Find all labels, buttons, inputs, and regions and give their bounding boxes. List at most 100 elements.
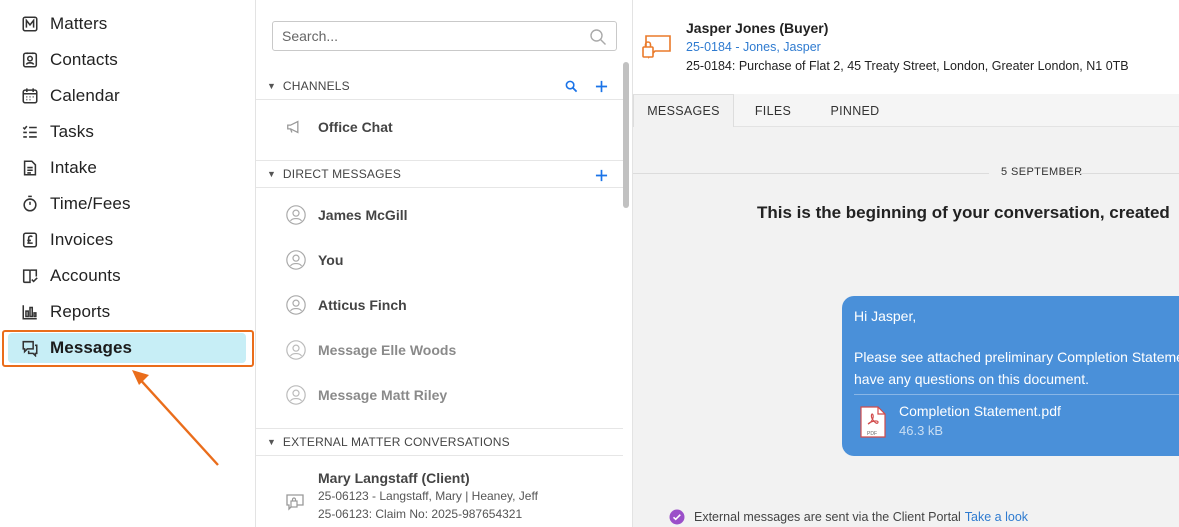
channel-label: Office Chat (318, 119, 393, 135)
external-chat-icon (642, 35, 671, 59)
user-avatar-icon (284, 293, 308, 317)
pdf-file-icon: PDF (860, 406, 886, 438)
nav-label: Tasks (50, 122, 94, 141)
nav-item-reports[interactable]: Reports (8, 297, 246, 327)
user-avatar-icon (284, 203, 308, 227)
calendar-icon (20, 86, 40, 106)
nav-item-calendar[interactable]: Calendar (8, 81, 246, 111)
dm-label: Atticus Finch (318, 297, 407, 313)
nav-item-tasks[interactable]: Tasks (8, 117, 246, 147)
caret-down-icon: ▼ (267, 169, 276, 179)
dm-item-matt-riley[interactable]: Message Matt Riley (284, 375, 614, 415)
svg-text:PDF: PDF (867, 431, 877, 437)
dm-item-elle-woods[interactable]: Message Elle Woods (284, 330, 614, 370)
date-separator: 5 SEPTEMBER (633, 165, 1179, 181)
pound-invoice-icon (20, 230, 40, 250)
nav-label: Calendar (50, 86, 120, 105)
search-input[interactable] (282, 28, 572, 44)
plus-icon (595, 80, 607, 92)
tab-pinned[interactable]: PINNED (822, 94, 888, 127)
message-bubble[interactable]: Hi Jasper, Please see attached prelimina… (842, 296, 1179, 456)
plus-icon (595, 169, 607, 181)
attachment-name: Completion Statement.pdf (899, 403, 1061, 419)
external-conversations-section-header[interactable]: ▼ EXTERNAL MATTER CONVERSATIONS (256, 428, 623, 456)
dm-item-atticus-finch[interactable]: Atticus Finch (284, 285, 614, 325)
attachment[interactable]: PDF Completion Statement.pdf 46.3 kB (854, 402, 1179, 440)
divider (854, 394, 1179, 395)
conversation-description: 25-06123: Claim No: 2025-987654321 (318, 507, 523, 521)
external-conversation-item[interactable]: Mary Langstaff (Client) 25-06123 - Langs… (284, 468, 614, 526)
direct-messages-section-header[interactable]: ▼ DIRECT MESSAGES (256, 160, 623, 188)
caret-down-icon: ▼ (267, 437, 276, 447)
matter-description: 25-0184: Purchase of Flat 2, 45 Treaty S… (686, 59, 1129, 73)
add-channel-button[interactable] (593, 76, 609, 96)
nav-label: Time/Fees (50, 194, 131, 213)
channels-panel: ▼ CHANNELS Office Chat ▼ DIRECT MESSAGES (256, 0, 633, 527)
nav-item-intake[interactable]: Intake (8, 153, 246, 183)
message-feed: 5 SEPTEMBER This is the beginning of you… (633, 127, 1179, 527)
nav-item-time-fees[interactable]: Time/Fees (8, 189, 246, 219)
intake-icon (20, 158, 40, 178)
nav-label: Accounts (50, 266, 121, 285)
user-avatar-icon (284, 248, 308, 272)
search-icon (565, 80, 577, 92)
contacts-icon (20, 50, 40, 70)
conversation-matter: 25-06123 - Langstaff, Mary | Heaney, Jef… (318, 489, 538, 503)
user-avatar-icon (284, 383, 308, 407)
channels-section-header[interactable]: ▼ CHANNELS (256, 72, 623, 100)
conversation-tabs: MESSAGES FILES PINNED (633, 94, 1179, 127)
take-a-look-link[interactable]: Take a look (965, 510, 1028, 524)
section-actions (593, 165, 609, 185)
scrollbar[interactable] (623, 62, 629, 208)
divider (633, 173, 989, 174)
nav-item-accounts[interactable]: Accounts (8, 261, 246, 291)
dm-item-you[interactable]: You (284, 240, 614, 280)
tab-messages[interactable]: MESSAGES (633, 94, 734, 127)
message-greeting: Hi Jasper, (854, 308, 917, 324)
caret-down-icon: ▼ (267, 80, 276, 91)
portal-chat-icon (669, 509, 685, 525)
search-channels-button[interactable] (563, 76, 579, 96)
nav-item-contacts[interactable]: Contacts (8, 45, 246, 75)
tab-files[interactable]: FILES (744, 94, 802, 127)
accounts-icon (20, 266, 40, 286)
dm-label: James McGill (318, 207, 408, 223)
dm-label: Message Elle Woods (318, 342, 457, 358)
nav-label: Reports (50, 302, 111, 321)
dm-label: You (318, 252, 344, 268)
tasks-icon (20, 122, 40, 142)
message-line: Please see attached preliminary Completi… (854, 349, 1179, 365)
dm-label: Message Matt Riley (318, 387, 448, 403)
nav-label: Invoices (50, 230, 114, 249)
nav-item-messages[interactable]: Messages (8, 333, 246, 363)
nav-item-matters[interactable]: Matters (8, 9, 246, 39)
matters-icon (20, 14, 40, 34)
nav-item-invoices[interactable]: Invoices (8, 225, 246, 255)
section-title: DIRECT MESSAGES (282, 167, 402, 181)
section-title: CHANNELS (282, 78, 350, 93)
external-note: External messages are sent via the Clien… (669, 509, 1028, 525)
date-label: 5 SEPTEMBER (1001, 166, 1083, 178)
messages-icon (20, 338, 40, 358)
nav-label: Messages (50, 338, 133, 357)
matter-link[interactable]: 25-0184 - Jones, Jasper (686, 40, 821, 54)
nav-label: Intake (50, 158, 97, 177)
external-note-text: External messages are sent via the Clien… (694, 510, 961, 524)
nav-label: Contacts (50, 50, 118, 69)
conversation-title: Jasper Jones (Buyer) (686, 20, 829, 36)
nav-label: Matters (50, 14, 108, 33)
search-icon[interactable] (589, 28, 607, 46)
external-chat-icon (284, 490, 308, 514)
stopwatch-icon (20, 194, 40, 214)
section-title: EXTERNAL MATTER CONVERSATIONS (282, 435, 510, 449)
add-direct-message-button[interactable] (593, 165, 609, 185)
section-actions (563, 76, 609, 96)
conversation-start-text: This is the beginning of your conversati… (757, 203, 1170, 222)
channel-item-office-chat[interactable]: Office Chat (284, 107, 614, 147)
dm-item-james-mcgill[interactable]: James McGill (284, 195, 614, 235)
attachment-size: 46.3 kB (899, 423, 944, 438)
user-avatar-icon (284, 338, 308, 362)
divider (1079, 173, 1179, 174)
search-box (272, 21, 617, 51)
conversation-pane: Jasper Jones (Buyer) 25-0184 - Jones, Ja… (633, 0, 1179, 527)
